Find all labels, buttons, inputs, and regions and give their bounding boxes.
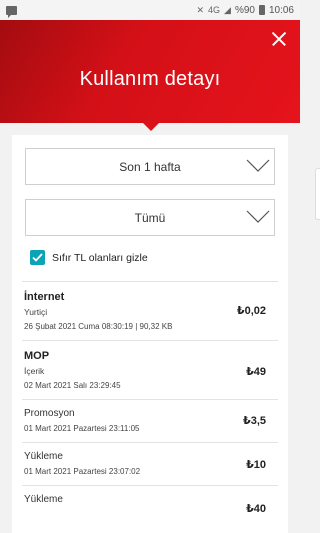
hide-zero-label: Sıfır TL olanları gizle: [52, 251, 148, 264]
period-dropdown[interactable]: Son 1 hafta: [25, 148, 275, 185]
usage-card: Son 1 hafta Tümü Sıfır TL olanları gizle…: [12, 135, 288, 533]
usage-item[interactable]: MOP İçerik 02 Mart 2021 Salı 23:29:45 ₺4…: [12, 341, 288, 399]
check-icon: [32, 253, 43, 262]
status-left: [6, 5, 17, 18]
usage-item[interactable]: Yükleme 01 Mart 2021 Pazartesi 23:07:02 …: [12, 443, 288, 485]
status-right: ✕ 4G ◢ %90 10:06: [196, 5, 294, 16]
usage-item-date: 02 Mart 2021 Salı 23:29:45: [24, 381, 121, 390]
signal-icon: ◢: [224, 4, 231, 15]
usage-item-date: 01 Mart 2021 Pazartesi 23:11:05: [24, 424, 140, 433]
category-selected-value: Tümü: [134, 210, 166, 225]
usage-item-amount: ₺40: [246, 503, 266, 515]
usage-item-date: 01 Mart 2021 Pazartesi 23:07:02: [24, 467, 141, 476]
usage-item-subtitle: İçerik: [24, 366, 45, 376]
usage-item-amount: ₺49: [246, 366, 266, 378]
mute-icon: ✕: [196, 4, 205, 15]
category-dropdown[interactable]: Tümü: [25, 199, 275, 236]
usage-item[interactable]: Yükleme ₺40: [12, 486, 288, 528]
usage-item-title: İnternet: [24, 291, 65, 303]
usage-item-title: Promosyon: [24, 408, 75, 419]
message-icon: [6, 5, 17, 18]
side-scroll-tab[interactable]: [315, 168, 320, 220]
battery-icon: [258, 5, 265, 15]
chevron-down-icon: [246, 210, 270, 223]
usage-item-amount: ₺3,5: [243, 415, 266, 427]
header: Kullanım detayı: [0, 20, 300, 131]
usage-item-title: MOP: [24, 350, 50, 362]
hide-zero-checkbox[interactable]: [30, 250, 45, 265]
page-title: Kullanım detayı: [79, 68, 221, 90]
battery-percent: %90: [234, 4, 255, 16]
usage-item[interactable]: İnternet Yurtiçi 26 Şubat 2021 Cuma 08:3…: [12, 282, 288, 340]
chevron-down-icon: [246, 159, 270, 172]
usage-list: İnternet Yurtiçi 26 Şubat 2021 Cuma 08:3…: [12, 281, 288, 528]
usage-item-title: Yükleme: [24, 451, 63, 462]
usage-item-amount: ₺10: [246, 459, 266, 471]
close-button[interactable]: [270, 30, 288, 48]
usage-item[interactable]: Promosyon 01 Mart 2021 Pazartesi 23:11:0…: [12, 400, 288, 442]
usage-item-title: Yükleme: [24, 494, 63, 505]
period-selected-value: Son 1 hafta: [119, 159, 181, 174]
usage-item-amount: ₺0,02: [236, 305, 266, 317]
network-type: 4G: [208, 5, 221, 15]
status-bar: ✕ 4G ◢ %90 10:06: [0, 0, 300, 20]
usage-item-date: 26 Şubat 2021 Cuma 08:30:19 | 90,32 KB: [24, 322, 173, 331]
hide-zero-toggle[interactable]: Sıfır TL olanları gizle: [30, 250, 148, 265]
clock: 10:06: [268, 4, 294, 16]
